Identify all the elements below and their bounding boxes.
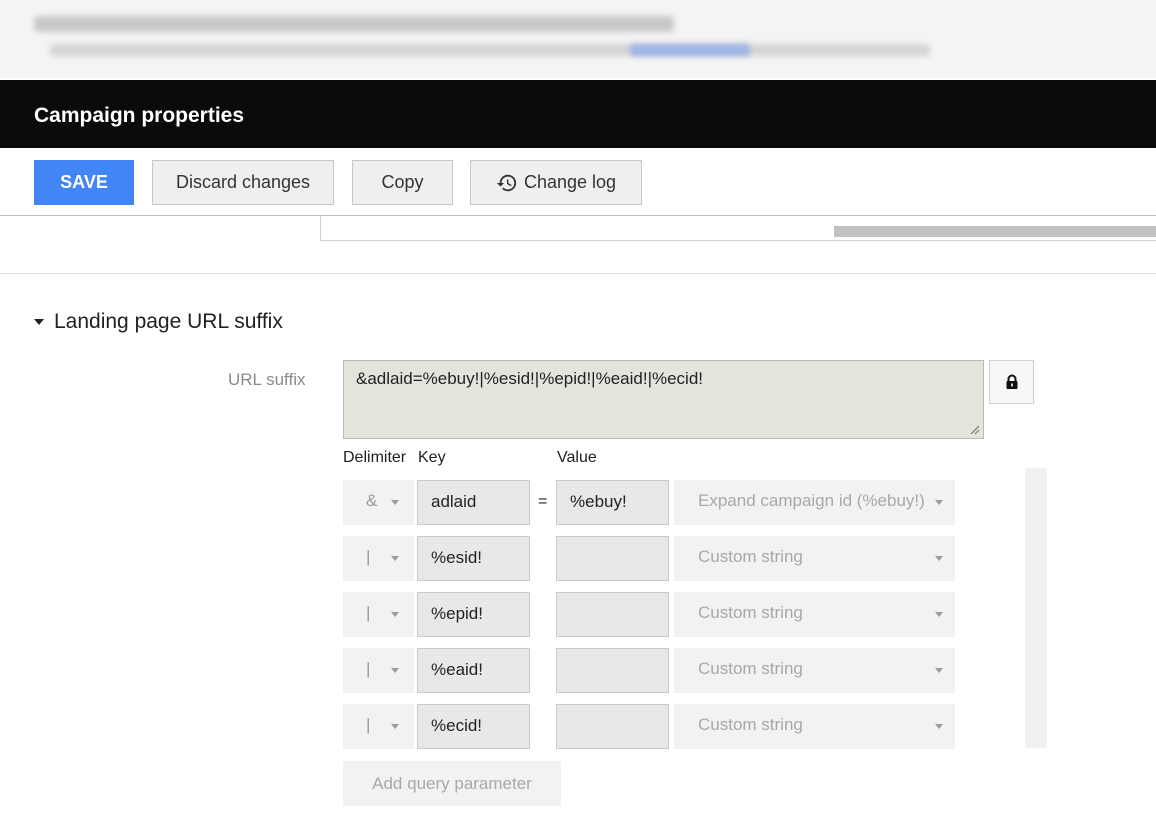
copy-button[interactable]: Copy — [352, 160, 453, 205]
page-title: Campaign properties — [34, 104, 245, 127]
param-row: | %ecid! Custom string — [343, 704, 955, 749]
change-log-label: Change log — [523, 172, 617, 192]
change-log-button[interactable]: Change log — [470, 160, 642, 205]
key-input[interactable]: %esid! — [417, 536, 530, 581]
delimiter-value: & — [366, 491, 378, 510]
value-type-label: Custom string — [698, 603, 803, 622]
value-input[interactable] — [556, 704, 669, 749]
vertical-scrollbar[interactable] — [1025, 468, 1047, 748]
param-row: | %epid! Custom string — [343, 592, 955, 637]
value-type-select[interactable]: Custom string — [674, 592, 955, 637]
delimiter-column-header: Delimiter — [343, 449, 407, 466]
toolbar: SAVE Discard changes Copy Change log — [0, 148, 1156, 216]
delimiter-select[interactable]: | — [343, 648, 414, 693]
value-column-header: Value — [557, 449, 597, 466]
delimiter-select[interactable]: | — [343, 592, 414, 637]
value-type-select[interactable]: Custom string — [674, 536, 955, 581]
lock-icon — [1006, 374, 1017, 389]
key-input[interactable]: %ecid! — [417, 704, 530, 749]
blurred-title — [34, 16, 674, 32]
value-input[interactable] — [556, 648, 669, 693]
lock-button[interactable] — [989, 360, 1034, 404]
blurred-browser-bar — [0, 0, 1156, 78]
key-column-header: Key — [418, 449, 446, 466]
add-query-parameter-button[interactable]: Add query parameter — [343, 761, 561, 806]
param-row: | %eaid! Custom string — [343, 648, 955, 693]
key-input[interactable]: %epid! — [417, 592, 530, 637]
dropdown-arrow-icon — [935, 556, 943, 561]
panel-header: Campaign properties — [0, 80, 1156, 148]
value-type-select[interactable]: Expand campaign id (%ebuy!) — [674, 480, 955, 525]
delimiter-value: | — [366, 659, 371, 678]
dropdown-arrow-icon — [391, 724, 399, 729]
save-button[interactable]: SAVE — [34, 160, 134, 205]
delimiter-value: | — [366, 715, 371, 734]
section-toggle[interactable]: Landing page URL suffix — [34, 310, 283, 334]
url-suffix-textarea[interactable]: &adlaid=%ebuy!|%esid!|%epid!|%eaid!|%eci… — [343, 360, 984, 439]
key-input[interactable]: %eaid! — [417, 648, 530, 693]
value-type-label: Custom string — [698, 659, 803, 678]
value-input[interactable] — [556, 592, 669, 637]
horizontal-scrollbar[interactable] — [834, 226, 1156, 237]
delimiter-select[interactable]: | — [343, 536, 414, 581]
discard-changes-button[interactable]: Discard changes — [152, 160, 334, 205]
value-type-select[interactable]: Custom string — [674, 704, 955, 749]
resize-grip-icon[interactable] — [968, 423, 980, 435]
section-title: Landing page URL suffix — [54, 310, 283, 333]
section-divider — [0, 273, 1156, 274]
dropdown-arrow-icon — [391, 556, 399, 561]
delimiter-value: | — [366, 547, 371, 566]
delimiter-select[interactable]: | — [343, 704, 414, 749]
value-input[interactable]: %ebuy! — [556, 480, 669, 525]
value-type-label: Custom string — [698, 547, 803, 566]
value-type-label: Expand campaign id (%ebuy!) — [698, 491, 925, 510]
dropdown-arrow-icon — [391, 612, 399, 617]
dropdown-arrow-icon — [935, 668, 943, 673]
delimiter-value: | — [366, 603, 371, 622]
param-row: & adlaid = %ebuy! Expand campaign id (%e… — [343, 480, 955, 525]
blurred-link — [630, 44, 750, 56]
dropdown-arrow-icon — [391, 668, 399, 673]
param-row: | %esid! Custom string — [343, 536, 955, 581]
url-suffix-value: &adlaid=%ebuy!|%esid!|%epid!|%eaid!|%eci… — [356, 369, 704, 388]
caret-down-icon — [34, 319, 44, 325]
delimiter-select[interactable]: & — [343, 480, 414, 525]
value-input[interactable] — [556, 536, 669, 581]
dropdown-arrow-icon — [935, 724, 943, 729]
value-type-select[interactable]: Custom string — [674, 648, 955, 693]
blurred-breadcrumb — [50, 44, 930, 56]
url-suffix-label: URL suffix — [228, 370, 306, 389]
history-icon — [496, 174, 517, 191]
dropdown-arrow-icon — [935, 612, 943, 617]
dropdown-arrow-icon — [391, 500, 399, 505]
value-type-label: Custom string — [698, 715, 803, 734]
key-input[interactable]: adlaid — [417, 480, 530, 525]
equals-sign: = — [538, 493, 548, 510]
dropdown-arrow-icon — [935, 500, 943, 505]
